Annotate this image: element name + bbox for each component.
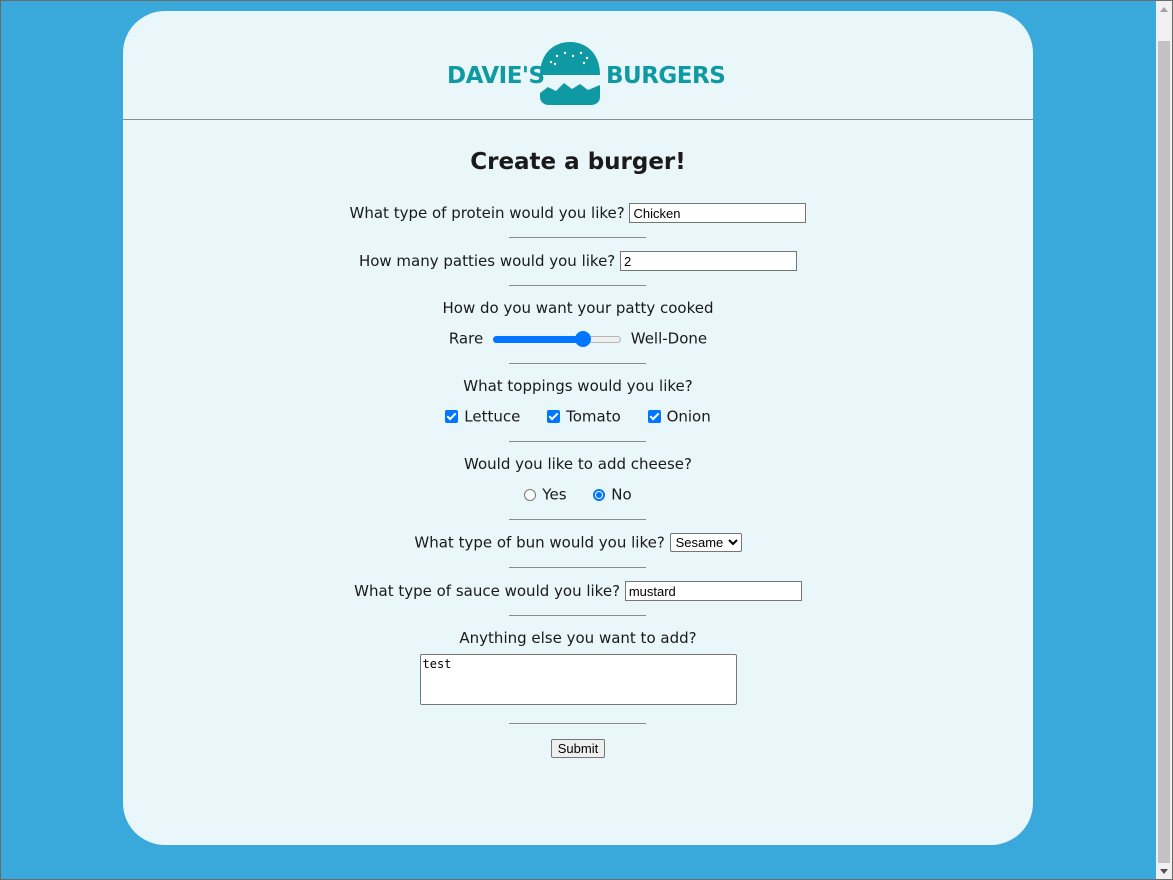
sauce-label: What type of sauce would you like? (354, 582, 621, 600)
patties-input[interactable] (620, 251, 798, 271)
toppings-options: Lettuce Tomato Onion (123, 407, 1033, 426)
bun-question: What type of bun would you like? Sesame (123, 533, 1033, 552)
extra-question-label: Anything else you want to add? (459, 629, 697, 647)
burger-icon (540, 42, 600, 105)
patties-label: How many patties would you like? (358, 252, 616, 270)
bun-label: What type of bun would you like? (414, 533, 665, 552)
patties-question: How many patties would you like? (123, 251, 1033, 271)
divider (509, 567, 646, 568)
divider (509, 285, 646, 286)
radio-label: No (611, 485, 632, 504)
checkbox-onion[interactable] (647, 410, 661, 424)
topping-option[interactable]: Onion (647, 407, 711, 426)
sauce-question: What type of sauce would you like? (123, 581, 1033, 601)
protein-question: What type of protein would you like? (123, 203, 1033, 223)
cook-slider-row: Rare Well-Done (123, 329, 1033, 348)
divider (509, 723, 646, 724)
radio-yes[interactable] (524, 488, 537, 501)
vertical-scrollbar[interactable] (1156, 1, 1172, 879)
extra-textarea-row: test (123, 654, 1033, 709)
divider (509, 615, 646, 616)
slider-thumb[interactable] (574, 330, 591, 347)
bun-select[interactable]: Sesame (669, 533, 742, 552)
submit-button[interactable]: Submit (550, 739, 606, 758)
page-title: Create a burger! (470, 149, 686, 175)
scroll-down-arrow-icon[interactable] (1156, 863, 1172, 879)
topping-label: Lettuce (464, 407, 521, 426)
scroll-up-arrow-icon[interactable] (1156, 1, 1172, 17)
radio-label: Yes (542, 485, 567, 504)
cheese-question-label: Would you like to add cheese? (464, 455, 692, 473)
cheese-option[interactable]: Yes (524, 485, 567, 504)
radio-no[interactable] (593, 488, 606, 501)
divider (509, 519, 646, 520)
divider (509, 237, 646, 238)
site-header: DAVIE'S BURGERS (123, 11, 1033, 120)
brand-name-left: DAVIE'S (447, 63, 545, 89)
topping-option[interactable]: Lettuce (445, 407, 521, 426)
toppings-question-label: What toppings would you like? (463, 377, 693, 395)
cheese-options: Yes No (123, 485, 1033, 504)
slider-fill (492, 335, 583, 343)
checkbox-lettuce[interactable] (445, 410, 459, 424)
scrollbar-thumb[interactable] (1158, 41, 1170, 863)
divider (509, 363, 646, 364)
brand-name-right: BURGERS (606, 63, 726, 89)
brand-logo[interactable]: DAVIE'S BURGERS (447, 40, 726, 106)
protein-label: What type of protein would you like? (349, 204, 625, 222)
topping-label: Tomato (566, 407, 621, 426)
cook-question-label: How do you want your patty cooked (442, 299, 714, 317)
slider-min-label: Rare (448, 329, 484, 348)
protein-input[interactable] (629, 203, 807, 223)
topping-option[interactable]: Tomato (547, 407, 621, 426)
sauce-input[interactable] (624, 581, 802, 601)
submit-row: Submit (123, 739, 1033, 758)
slider-max-label: Well-Done (630, 329, 708, 348)
checkbox-tomato[interactable] (547, 410, 561, 424)
doneness-slider[interactable] (492, 330, 621, 347)
divider (509, 441, 646, 442)
extra-textarea[interactable]: test (419, 654, 737, 705)
cheese-option[interactable]: No (593, 485, 632, 504)
burger-card: DAVIE'S BURGERS Create a burger! What ty… (123, 11, 1033, 845)
topping-label: Onion (666, 407, 711, 426)
